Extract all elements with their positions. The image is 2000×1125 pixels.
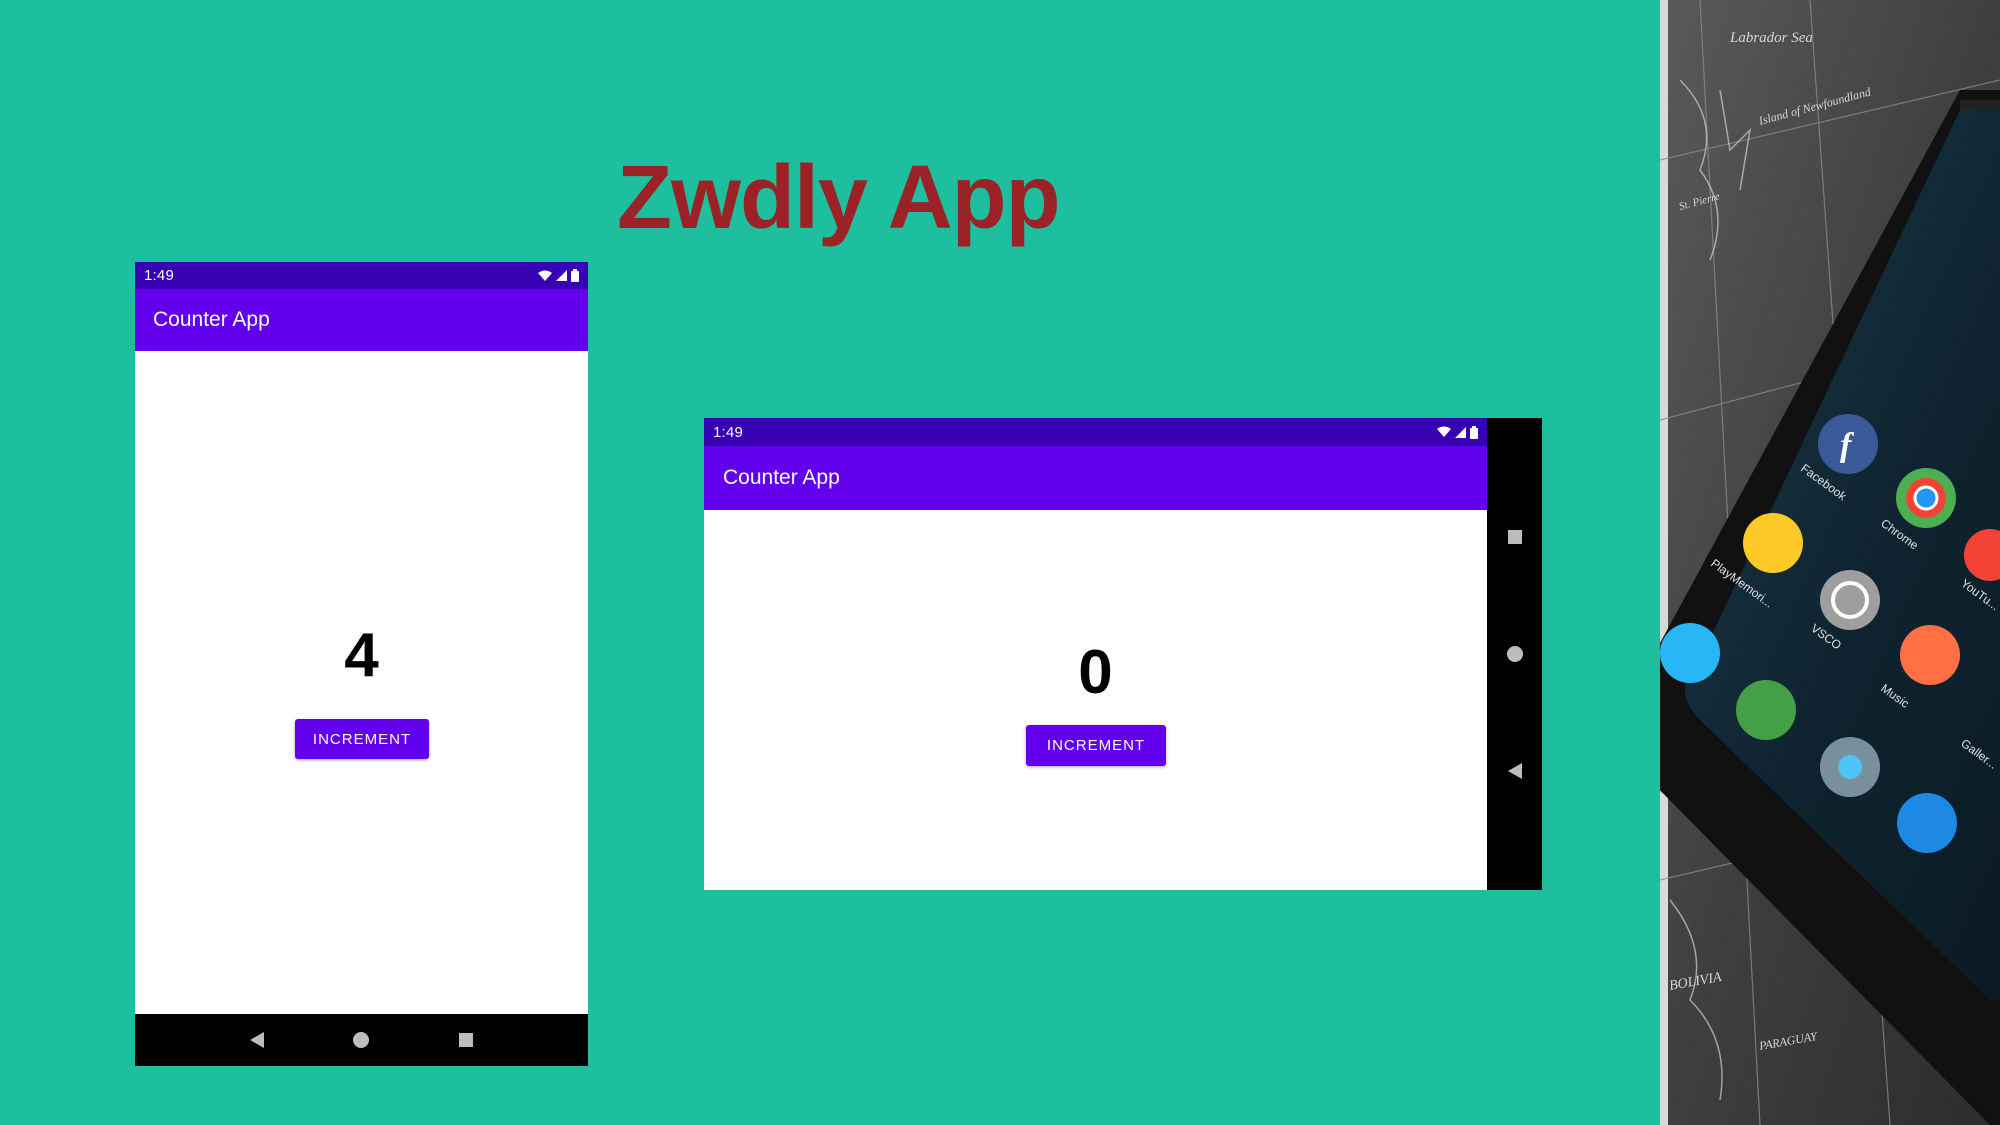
signal-icon [556,270,567,281]
battery-icon [571,269,579,282]
battery-icon [1470,425,1478,439]
navigation-bar [1487,418,1542,890]
home-button[interactable] [1502,641,1528,667]
counter-value: 4 [344,621,379,690]
back-button[interactable] [1502,758,1528,784]
status-time: 1:49 [713,423,743,441]
recents-square-icon [458,1033,473,1047]
increment-button[interactable]: INCREMENT [1026,725,1166,766]
home-button[interactable] [348,1027,374,1053]
back-triangle-icon [1507,763,1522,780]
back-triangle-icon [250,1032,265,1048]
status-time: 1:49 [144,267,174,284]
recents-button[interactable] [453,1027,479,1053]
counter-content: 0 INCREMENT [704,510,1487,890]
app-bar: Counter App [704,446,1487,510]
portrait-phone-screen: 1:49 Counter App 4 INCREMENT [135,262,588,1066]
landscape-phone-screen: 1:49 Counter App 0 INCREMENT [704,418,1542,890]
status-bar: 1:49 [704,418,1487,446]
slide-title: Zwdly App [617,148,1061,248]
app-bar-title: Counter App [153,308,270,331]
wifi-icon [538,270,552,281]
home-circle-icon [1506,645,1523,662]
map-label: Labrador Sea [1729,30,1813,46]
app-bar: Counter App [135,289,588,351]
phone-on-map-photo: Labrador Sea Island of Newfoundland St. … [1660,0,2000,1125]
counter-content: 4 INCREMENT [135,351,588,977]
status-bar: 1:49 [135,262,588,289]
status-icons [1437,418,1478,446]
recents-button[interactable] [1502,524,1528,550]
increment-button[interactable]: INCREMENT [295,719,429,759]
navigation-bar [135,1014,588,1066]
app-bar-title: Counter App [723,466,840,489]
recents-square-icon [1507,529,1522,544]
back-button[interactable] [244,1027,270,1053]
status-icons [538,262,579,289]
slide: Zwdly App 1:49 Counter App 4 INCREMENT 1… [0,0,2000,1125]
wifi-icon [1437,426,1451,437]
home-circle-icon [353,1032,370,1048]
signal-icon [1455,426,1466,438]
counter-value: 0 [1078,638,1113,707]
